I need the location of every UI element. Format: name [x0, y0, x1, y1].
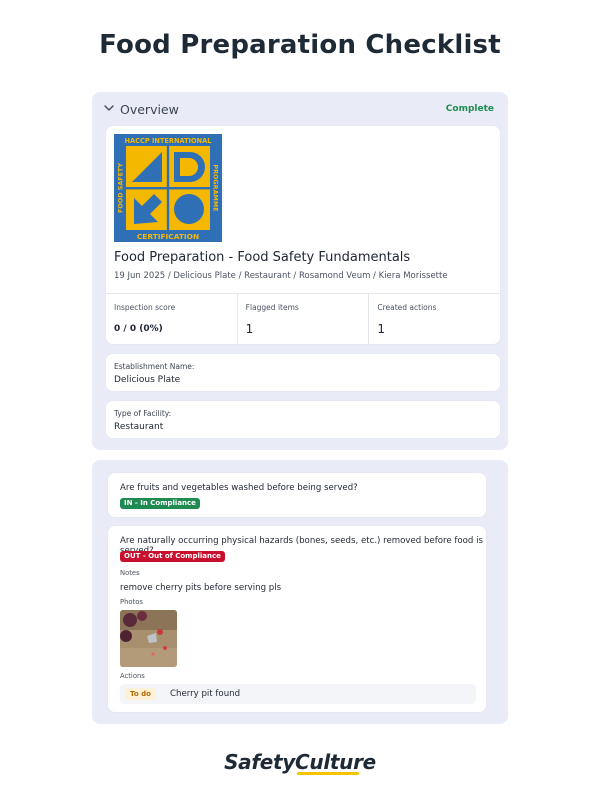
logo-text-right: PROGRAMME [212, 164, 220, 211]
page-title: Food Preparation Checklist [99, 30, 501, 60]
photo-thumbnail[interactable] [120, 610, 177, 667]
logo-text-top: HACCP INTERNATIONAL [125, 137, 213, 145]
stat-value: 1 [245, 322, 254, 336]
question-item[interactable]: Are naturally occurring physical hazards… [108, 526, 486, 712]
response-badge-in: IN - In Compliance [120, 498, 200, 509]
stat-inspection-score: Inspection score 0 / 0 (0%) [106, 294, 238, 344]
actions-label: Actions [120, 672, 145, 680]
stat-flagged-items[interactable]: Flagged items 1 [238, 294, 370, 344]
questions-section: Are fruits and vegetables washed before … [92, 460, 508, 724]
facility-type-field: Type of Facility: Restaurant [106, 401, 500, 438]
action-title: Cherry pit found [170, 689, 241, 699]
stat-label: Inspection score [114, 303, 176, 312]
field-value: Delicious Plate [114, 375, 181, 385]
overview-title: Overview [120, 102, 179, 117]
action-item[interactable]: To do Cherry pit found [120, 684, 476, 704]
stat-value: 0 / 0 (0%) [114, 324, 163, 334]
establishment-name-field: Establishment Name: Delicious Plate [106, 354, 500, 391]
question-item[interactable]: Are fruits and vegetables washed before … [108, 473, 486, 517]
notes-text: remove cherry pits before serving pls [120, 583, 282, 593]
notes-label: Notes [120, 569, 140, 577]
logo-text-left: FOOD SAFETY [116, 163, 124, 213]
question-text: Are fruits and vegetables washed before … [120, 483, 358, 493]
field-label: Type of Facility: [114, 409, 172, 418]
action-status-badge: To do [125, 688, 156, 700]
brand-underline [297, 772, 359, 775]
field-label: Establishment Name: [114, 362, 195, 371]
stat-created-actions[interactable]: Created actions 1 [369, 294, 500, 344]
inspection-meta: 19 Jun 2025 / Delicious Plate / Restaura… [114, 271, 448, 281]
haccp-logo: HACCP INTERNATIONAL CERTIFICATION FOOD S… [114, 134, 222, 242]
response-badge-out: OUT - Out of Compliance [120, 551, 225, 562]
overview-section: Overview Complete HACCP INTERNATIONAL CE… [92, 92, 508, 450]
stats-row: Inspection score 0 / 0 (0%) Flagged item… [106, 293, 500, 344]
logo-text-bottom: CERTIFICATION [137, 232, 199, 241]
stat-value: 1 [377, 322, 385, 336]
inspection-summary-card: HACCP INTERNATIONAL CERTIFICATION FOOD S… [106, 126, 500, 344]
stat-label: Flagged items [245, 303, 299, 312]
brand-logo: SafetyCulture [224, 750, 376, 774]
field-value: Restaurant [114, 422, 164, 432]
photos-label: Photos [120, 598, 143, 606]
stat-label: Created actions [377, 303, 437, 312]
chevron-down-icon[interactable] [102, 101, 116, 115]
overview-header[interactable]: Overview Complete [92, 92, 508, 126]
overview-status: Complete [445, 104, 494, 114]
inspection-title: Food Preparation - Food Safety Fundament… [114, 250, 411, 265]
